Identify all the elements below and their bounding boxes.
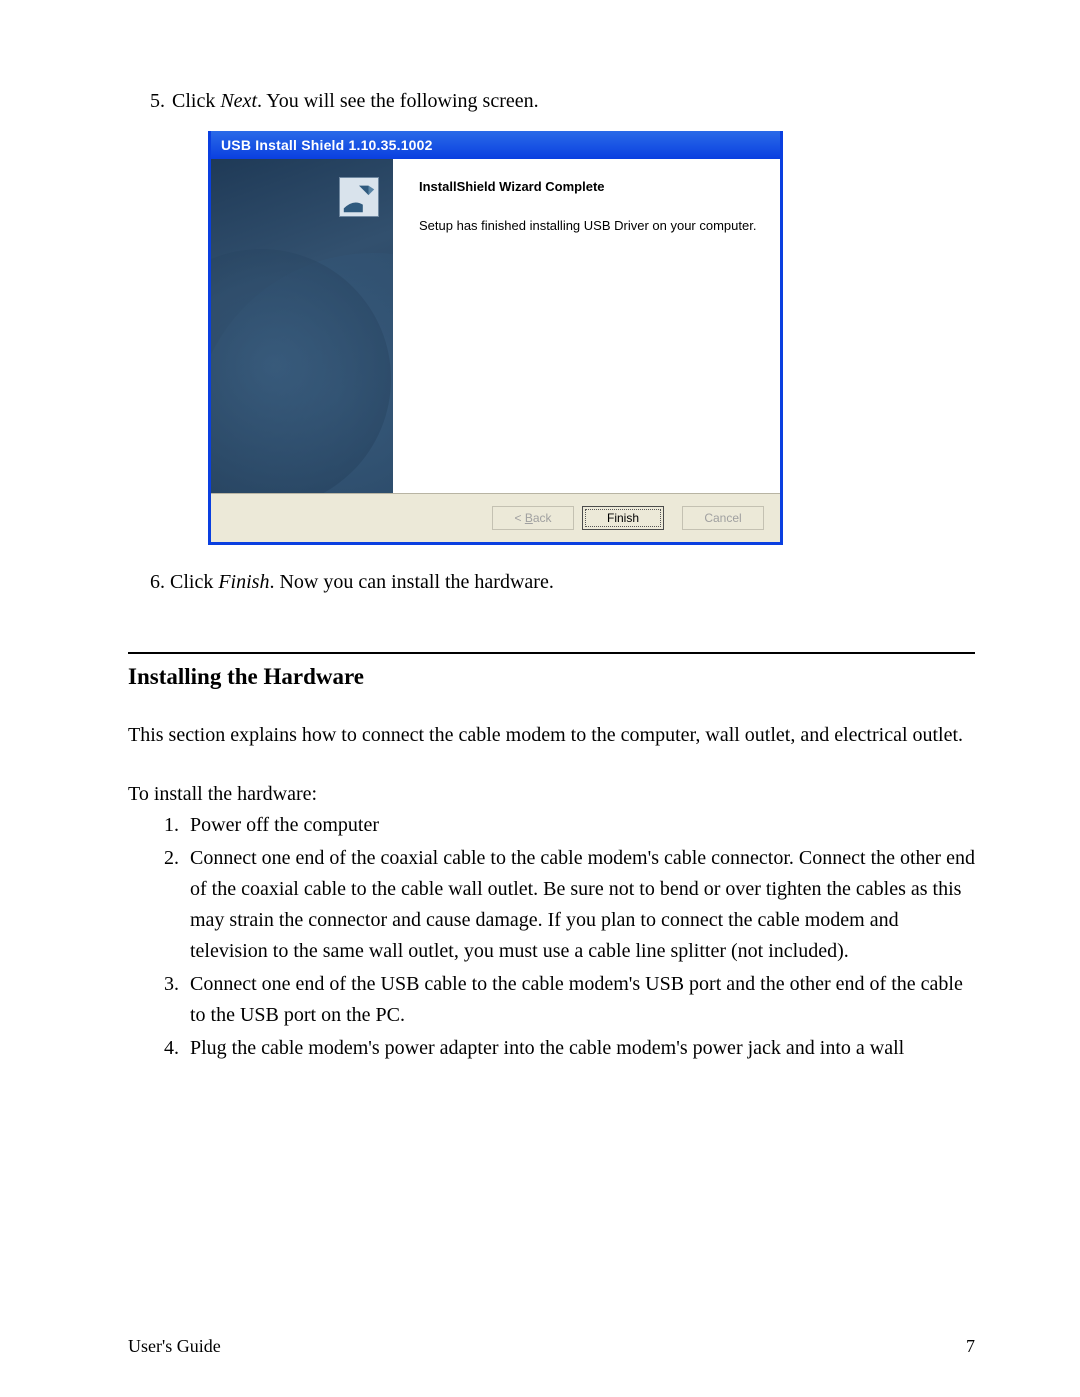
back-button-suffix: ack [533, 511, 552, 525]
dialog-title: USB Install Shield 1.10.35.1002 [221, 137, 433, 153]
installshield-logo-icon [339, 177, 379, 217]
wizard-content: InstallShield Wizard Complete Setup has … [393, 159, 780, 493]
step-5-number: 5. [150, 90, 165, 112]
list-item: Connect one end of the coaxial cable to … [184, 843, 975, 967]
footer-page-number: 7 [966, 1336, 975, 1357]
install-shield-dialog: USB Install Shield 1.10.35.1002 InstallS… [208, 131, 783, 545]
section-divider [128, 652, 975, 654]
list-item: Plug the cable modem's power adapter int… [184, 1033, 975, 1064]
step-5: 5. Click Next. You will see the followin… [150, 90, 975, 113]
cancel-button: Cancel [682, 506, 764, 530]
back-button-prefix: < [514, 511, 524, 525]
section-heading: Installing the Hardware [128, 664, 975, 690]
wizard-message: Setup has finished installing USB Driver… [419, 218, 760, 233]
finish-button[interactable]: Finish [582, 506, 664, 530]
step-5-text-pre: Click [172, 90, 220, 112]
dialog-titlebar: USB Install Shield 1.10.35.1002 [211, 131, 780, 159]
list-item: Connect one end of the USB cable to the … [184, 969, 975, 1031]
step-5-text-post: . You will see the following screen. [257, 90, 539, 112]
step-6-finish-word: Finish [218, 571, 269, 593]
step-6-number: 6. [150, 571, 165, 593]
footer-left: User's Guide [128, 1336, 221, 1357]
wizard-heading: InstallShield Wizard Complete [419, 179, 760, 194]
hardware-steps-list: Power off the computer Connect one end o… [128, 810, 975, 1064]
section-lead: To install the hardware: [128, 783, 975, 806]
section-intro: This section explains how to connect the… [128, 720, 975, 751]
step-5-next-word: Next [220, 90, 257, 112]
cancel-button-label: Cancel [704, 511, 741, 525]
page-footer: User's Guide 7 [128, 1336, 975, 1357]
wizard-button-bar: < Back Finish Cancel [211, 493, 780, 542]
step-6-text-pre: Click [170, 571, 218, 593]
wizard-side-panel [211, 159, 393, 493]
back-button: < Back [492, 506, 574, 530]
step-6: 6. Click Finish. Now you can install the… [150, 571, 975, 594]
finish-button-label: Finish [607, 511, 639, 525]
step-6-text-post: . Now you can install the hardware. [269, 571, 553, 593]
back-button-mnemonic: B [525, 511, 533, 525]
list-item: Power off the computer [184, 810, 975, 841]
